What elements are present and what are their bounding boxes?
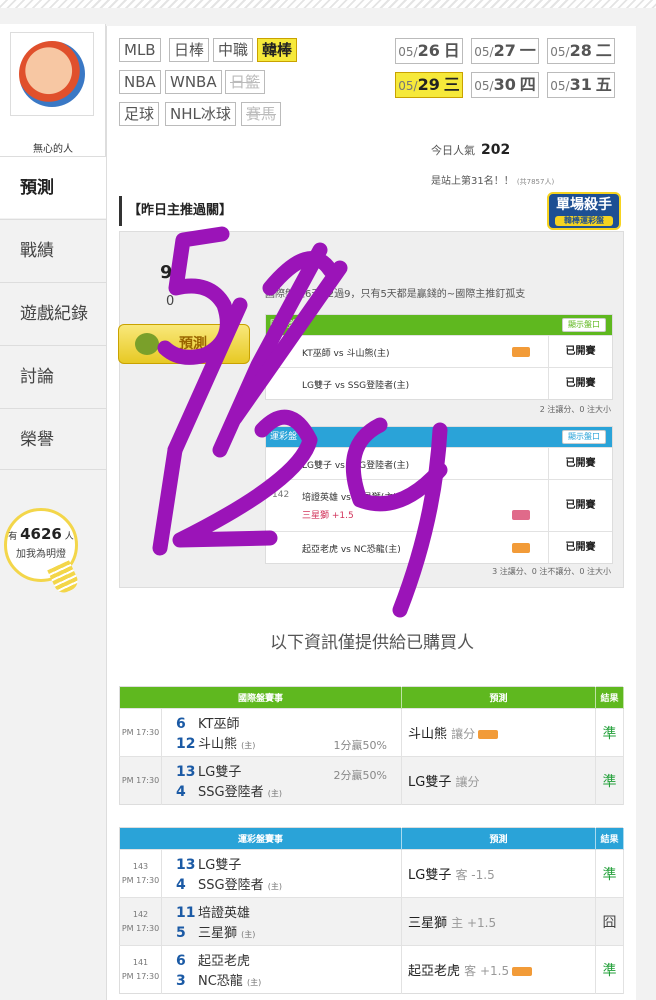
user-name: 無心的人 xyxy=(33,144,73,155)
avatar[interactable] xyxy=(10,32,94,116)
sidebar-item-discuss[interactable]: 討論 xyxy=(0,345,106,407)
sidebar-item-game-log[interactable]: 遊戲紀錄 xyxy=(0,282,106,344)
sports-table: 運彩盤賽事 預測 結果 143 PM 17:30 13 LG雙子 4 SSG登陸者 (… xyxy=(119,827,624,994)
pick-cell: LG雙子 讓分 xyxy=(401,756,596,805)
col-header: 預測 xyxy=(401,686,596,709)
list-item: KT巫師 vs 斗山熊(主) 已開賽 xyxy=(266,335,612,367)
purchase-info: 以下資訊僅提供給已購買人 xyxy=(270,633,474,653)
popularity: 今日人氣 202 xyxy=(431,142,511,158)
game-time: PM 17:30 xyxy=(119,756,162,805)
list-item: 起亞老虎 vs NC恐龍(主) 已開賽 xyxy=(266,531,612,563)
hot-icon xyxy=(478,730,499,739)
hot-icon xyxy=(512,967,533,976)
pick-cell: 斗山熊 讓分 xyxy=(401,708,596,757)
league-horse: 賽馬 xyxy=(241,102,282,126)
big-number-2: 0 xyxy=(166,294,175,309)
teams-cell: 6 KT巫師 12 斗山熊 (主) 1分贏50% xyxy=(161,708,402,757)
yesterday-box: 99 0 預測 國際盤近6天12過9，只有5天都是贏錢的~國際主推釘孤支 國際盤… xyxy=(118,231,624,588)
follow-label: 加我為明燈 xyxy=(16,549,66,560)
league-kbo[interactable]: 韓棒 xyxy=(257,38,298,62)
date-0529[interactable]: 05/29 三 xyxy=(395,72,463,98)
big-number: 99 xyxy=(160,262,186,283)
result-cell: 準 xyxy=(595,849,624,898)
date-0528[interactable]: 05/28 二 xyxy=(547,38,615,64)
pick-cell: LG雙子 客 -1.5 xyxy=(401,849,596,898)
date-0531[interactable]: 05/31 五 xyxy=(547,72,615,98)
avatar-image xyxy=(19,41,85,107)
main-panel: MLB 日棒 中職 韓棒 NBA WNBA 日籃 足球 NHL冰球 賽馬 05/… xyxy=(106,26,636,1000)
result-cell: 準 xyxy=(595,708,624,757)
col-header: 國際盤賽事 xyxy=(119,686,402,709)
col-header: 預測 xyxy=(401,827,596,850)
coin-icon xyxy=(135,333,159,355)
sidebar-item-honor[interactable]: 榮譽 xyxy=(0,408,106,470)
league-nba[interactable]: NBA xyxy=(119,70,161,94)
sidebar: 無心的人 預測 戰績 遊戲紀錄 討論 榮譽 有 4626 人 加我為明燈 xyxy=(0,8,106,1000)
pick-cell: 三星獅 主 +1.5 xyxy=(401,897,596,946)
result-cell: 囧 xyxy=(595,897,624,946)
pick-cell: 起亞老虎 客 +1.5 xyxy=(401,945,596,994)
intl-table: 國際盤賽事 預測 結果 PM 17:30 6 KT巫師 12 斗山熊 (主) 1分贏… xyxy=(119,686,624,805)
intl-note: 2 注讓分、0 注大小 xyxy=(539,405,611,414)
sports-summary: 運彩盤 顯示盤口 LG雙子 vs SSG登陸者(主) 已開賽 142 培證英雄 vs … xyxy=(265,426,613,564)
predict-button[interactable]: 預測 xyxy=(118,324,250,364)
teams-cell: 13 LG雙子 4 SSG登陸者 (主) 2分贏50% xyxy=(161,756,402,805)
killer-badge: 單場殺手 韓棒運彩盤 xyxy=(547,192,621,230)
game-time: PM 17:30 xyxy=(119,708,162,757)
date-0530[interactable]: 05/30 四 xyxy=(471,72,539,98)
league-cpbl[interactable]: 中職 xyxy=(213,38,254,62)
profile-card: 無心的人 xyxy=(0,24,106,164)
teams-cell: 13 LG雙子 4 SSG登陸者 (主) xyxy=(161,849,402,898)
list-item: LG雙子 vs SSG登陸者(主) 已開賽 xyxy=(266,447,612,479)
date-0526[interactable]: 05/26 日 xyxy=(395,38,463,64)
teams-cell: 6 起亞老虎 3 NC恐龍 (主) xyxy=(161,945,402,994)
fan-count: 有 4626 人 xyxy=(8,525,74,543)
game-time: 142 PM 17:30 xyxy=(119,897,162,946)
league-jbl: 日籃 xyxy=(225,70,266,94)
list-item: LG雙子 vs SSG登陸者(主) 已開賽 xyxy=(266,367,612,399)
yesterday-description: 國際盤近6天12過9，只有5天都是贏錢的~國際主推釘孤支 xyxy=(265,289,526,300)
table-row[interactable]: 141 PM 17:30 6 起亞老虎 3 NC恐龍 (主) 起亞老虎 客 +1.5 … xyxy=(119,945,624,994)
hot-icon xyxy=(512,510,530,520)
hot-icon xyxy=(512,543,530,553)
col-header: 運彩盤賽事 xyxy=(119,827,402,850)
table-row[interactable]: PM 17:30 6 KT巫師 12 斗山熊 (主) 1分贏50% 斗山熊 讓分 準 xyxy=(119,708,624,757)
sports-note: 3 注讓分、0 注不讓分、0 注大小 xyxy=(492,567,611,576)
intl-summary: 國際盤 顯示盤口 KT巫師 vs 斗山熊(主) 已開賽 LG雙子 vs SSG登陸者… xyxy=(265,314,613,400)
top-border xyxy=(0,0,656,8)
result-cell: 準 xyxy=(595,756,624,805)
table-row[interactable]: 143 PM 17:30 13 LG雙子 4 SSG登陸者 (主) LG雙子 客 -1… xyxy=(119,849,624,898)
league-mlb[interactable]: MLB xyxy=(119,38,161,62)
table-header: 運彩盤賽事 預測 結果 xyxy=(119,827,624,850)
sidebar-item-predict[interactable]: 預測 xyxy=(0,156,106,218)
league-nhl[interactable]: NHL冰球 xyxy=(165,102,236,126)
table-row[interactable]: PM 17:30 13 LG雙子 4 SSG登陸者 (主) 2分贏50% LG雙子 … xyxy=(119,756,624,805)
teams-cell: 11 培證英雄 5 三星獅 (主) xyxy=(161,897,402,946)
sidebar-item-record[interactable]: 戰績 xyxy=(0,219,106,281)
result-cell: 準 xyxy=(595,945,624,994)
hot-icon xyxy=(512,347,530,357)
game-time: 143 PM 17:30 xyxy=(119,849,162,898)
league-npb[interactable]: 日棒 xyxy=(169,38,210,62)
show-odds-button[interactable]: 顯示盤口 xyxy=(562,318,606,332)
list-item: 142 培證英雄 vs 三星獅(主) 三星獅 +1.5 已開賽 xyxy=(266,479,612,531)
show-odds-button[interactable]: 顯示盤口 xyxy=(562,430,606,444)
league-wnba[interactable]: WNBA xyxy=(165,70,222,94)
col-header: 結果 xyxy=(595,686,624,709)
league-soccer[interactable]: 足球 xyxy=(119,102,160,126)
table-row[interactable]: 142 PM 17:30 11 培證英雄 5 三星獅 (主) 三星獅 主 +1.5 囧 xyxy=(119,897,624,946)
col-header: 結果 xyxy=(595,827,624,850)
sports-summary-header: 運彩盤 顯示盤口 xyxy=(266,427,612,447)
date-0527[interactable]: 05/27 一 xyxy=(471,38,539,64)
site-rank: 是站上第31名！！ (共7857人) xyxy=(431,176,555,187)
game-time: 141 PM 17:30 xyxy=(119,945,162,994)
table-header: 國際盤賽事 預測 結果 xyxy=(119,686,624,709)
intl-summary-header: 國際盤 顯示盤口 xyxy=(266,315,612,335)
